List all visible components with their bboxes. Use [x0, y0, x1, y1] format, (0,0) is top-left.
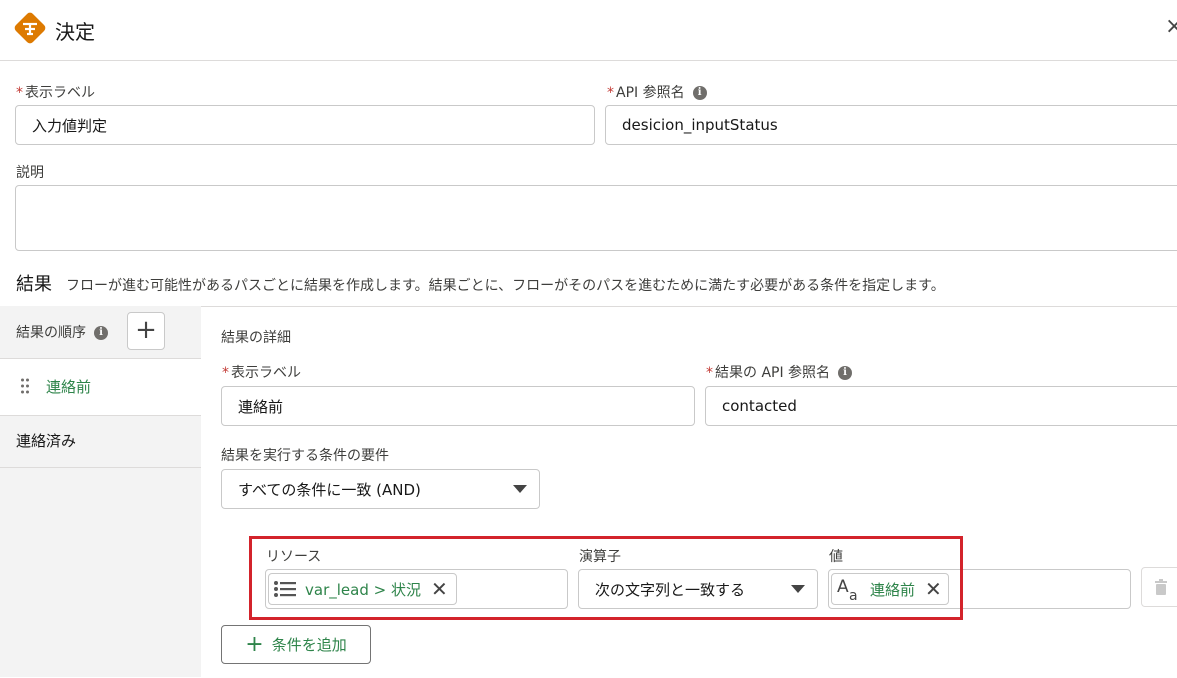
- label-input[interactable]: 入力値判定: [15, 105, 595, 145]
- info-icon[interactable]: i: [94, 326, 108, 340]
- api-name-field-label: * API 参照名 i: [607, 82, 707, 102]
- detail-title: 結果の詳細: [221, 330, 291, 346]
- requirement-select[interactable]: すべての条件に一致 (AND): [221, 469, 540, 509]
- info-icon[interactable]: i: [838, 366, 853, 380]
- label-field-label: * 表示ラベル: [16, 85, 95, 101]
- close-icon[interactable]: ×: [1165, 14, 1177, 39]
- modal-title: 決定: [55, 20, 95, 44]
- modal-header: [0, 0, 1177, 61]
- outcome-api-name-label: * 結果の API 参照名 i: [706, 362, 853, 382]
- outcome-item-active[interactable]: [0, 358, 201, 416]
- outcome-item-label: 連絡済み: [16, 432, 77, 450]
- outcome-api-name-input[interactable]: contacted: [705, 386, 1177, 426]
- outcomes-title: 結果: [16, 274, 52, 295]
- outcome-item-label: 連絡前: [46, 378, 92, 396]
- api-name-input[interactable]: desicion_inputStatus: [605, 105, 1177, 145]
- drag-handle-icon[interactable]: [20, 377, 30, 399]
- description-label: 説明: [16, 165, 44, 181]
- requirement-label: 結果を実行する条件の要件: [221, 448, 389, 464]
- plus-icon: +: [245, 631, 264, 657]
- outcome-label-input[interactable]: 連絡前: [221, 386, 695, 426]
- decision-icon: [12, 10, 48, 46]
- highlight-box: [249, 536, 963, 620]
- outcome-label-field-label: * 表示ラベル: [222, 365, 301, 381]
- chevron-down-icon: [513, 485, 527, 493]
- delete-condition-button[interactable]: [1141, 567, 1177, 607]
- add-condition-button[interactable]: + 条件を追加: [221, 625, 371, 664]
- info-icon[interactable]: i: [692, 86, 707, 100]
- trash-icon: [1155, 579, 1167, 595]
- description-textarea[interactable]: [15, 185, 1177, 251]
- outcomes-description: フローが進む可能性があるパスごとに結果を作成します。結果ごとに、フローがそのパス…: [66, 278, 945, 294]
- add-outcome-button[interactable]: +: [127, 312, 165, 350]
- outcome-order-label: 結果の順序 i: [16, 322, 108, 342]
